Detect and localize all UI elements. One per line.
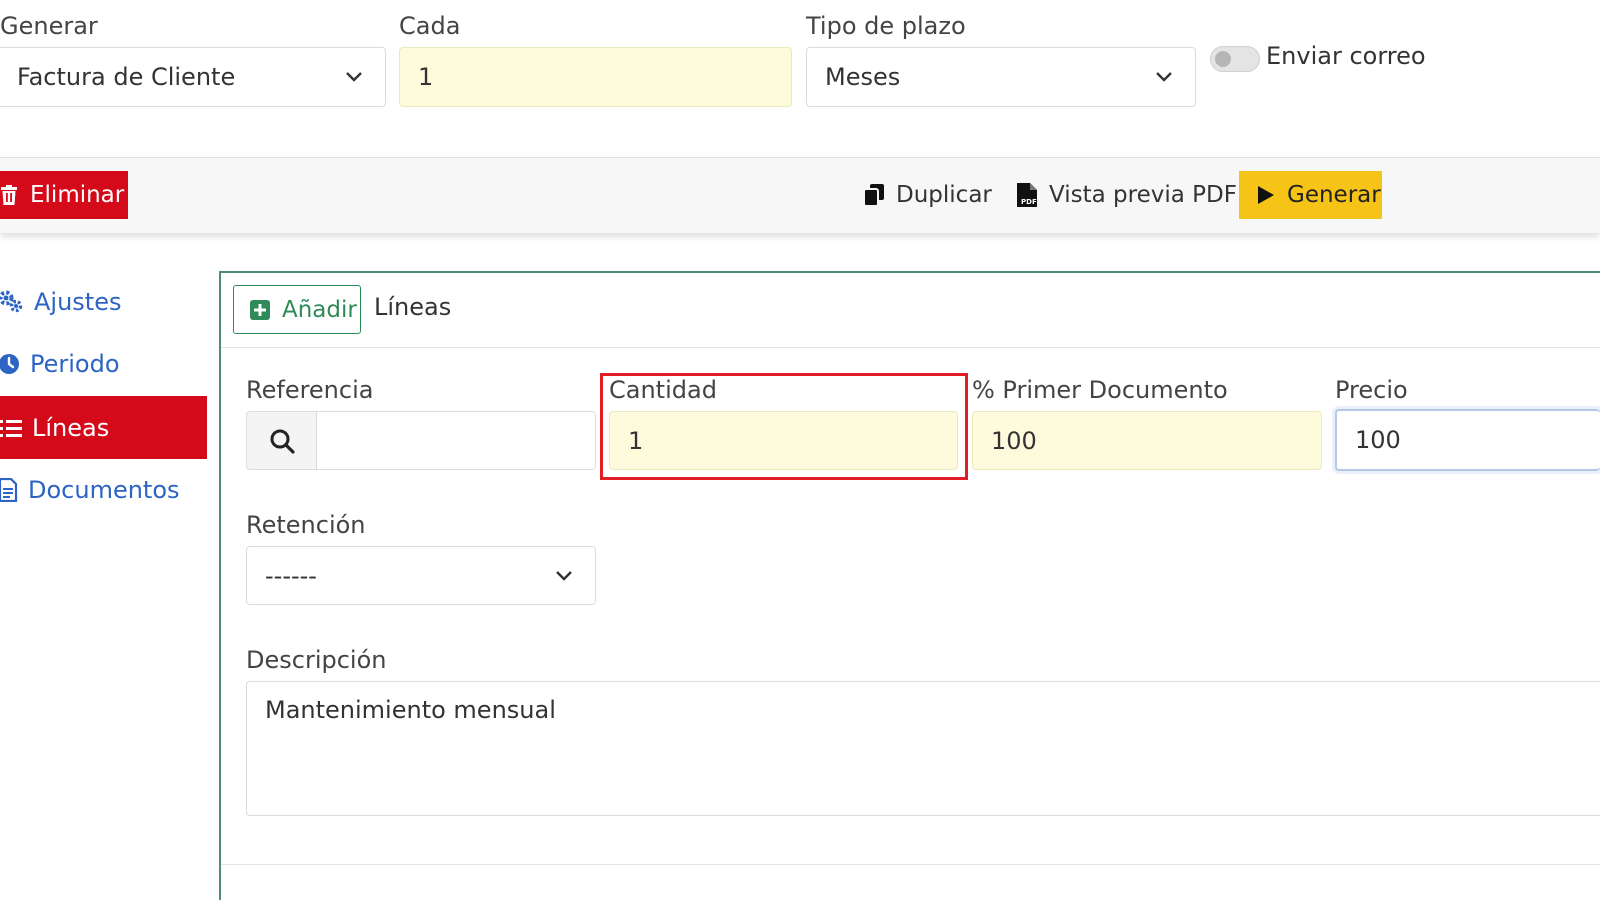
descripcion-label: Descripción xyxy=(246,646,387,674)
play-icon xyxy=(1258,186,1274,204)
retencion-label: Retención xyxy=(246,511,366,539)
gears-icon xyxy=(0,290,23,313)
add-line-button-label: Añadir xyxy=(282,296,357,323)
tipo-plazo-label: Tipo de plazo xyxy=(806,12,966,40)
primer-documento-input[interactable]: 100 xyxy=(972,411,1322,470)
generar-select-value: Factura de Cliente xyxy=(17,63,236,91)
svg-text:PDF: PDF xyxy=(1021,198,1037,206)
sidebar-item-ajustes[interactable]: Ajustes xyxy=(0,282,121,322)
descripcion-textarea[interactable]: Mantenimiento mensual xyxy=(246,681,1600,816)
tipo-plazo-select-value: Meses xyxy=(825,63,901,91)
list-icon xyxy=(0,419,22,437)
cada-label: Cada xyxy=(399,12,461,40)
chevron-down-icon xyxy=(1156,72,1172,82)
plus-square-icon xyxy=(250,299,270,320)
sidebar-item-label: Ajustes xyxy=(34,288,122,316)
sidebar-item-label: Líneas xyxy=(32,413,110,442)
panel-title: Líneas xyxy=(374,293,452,321)
duplicate-button-label: Duplicar xyxy=(896,182,992,208)
tipo-plazo-select[interactable]: Meses xyxy=(806,47,1196,107)
delete-button-label: Eliminar xyxy=(30,182,125,208)
cantidad-input[interactable]: 1 xyxy=(609,411,958,470)
duplicate-button[interactable]: Duplicar xyxy=(864,171,992,219)
cantidad-label: Cantidad xyxy=(609,376,717,404)
primer-documento-label: % Primer Documento xyxy=(972,376,1228,404)
pdf-preview-button[interactable]: PDF Vista previa PDF xyxy=(1017,171,1237,219)
enviar-correo-label: Enviar correo xyxy=(1266,42,1426,70)
toggle-knob xyxy=(1215,51,1231,67)
precio-label: Precio xyxy=(1335,376,1408,404)
generate-button[interactable]: Generar xyxy=(1239,171,1382,219)
retencion-select[interactable]: ------ xyxy=(246,546,596,605)
referencia-search-button[interactable] xyxy=(246,411,317,470)
add-line-button[interactable]: Añadir xyxy=(233,285,361,334)
generar-label: Generar xyxy=(0,12,98,40)
search-icon xyxy=(270,429,295,454)
sidebar-item-periodo[interactable]: Periodo xyxy=(0,344,120,384)
precio-input[interactable]: 100 xyxy=(1335,409,1600,471)
chevron-down-icon xyxy=(346,72,362,82)
panel-footer-divider xyxy=(221,864,1600,865)
sidebar-item-documentos[interactable]: Documentos xyxy=(0,470,180,510)
sidebar-item-label: Documentos xyxy=(28,476,180,504)
pdf-file-icon: PDF xyxy=(1017,183,1037,207)
delete-button[interactable]: Eliminar xyxy=(0,171,128,219)
clock-icon xyxy=(0,354,19,374)
copy-icon xyxy=(864,184,884,206)
trash-icon xyxy=(1,185,17,205)
referencia-input[interactable] xyxy=(316,411,596,470)
sidebar-item-lineas[interactable]: Líneas xyxy=(0,396,207,459)
retencion-select-value: ------ xyxy=(265,561,317,590)
panel-header-divider xyxy=(221,347,1600,348)
enviar-correo-toggle[interactable] xyxy=(1210,46,1260,72)
pdf-preview-button-label: Vista previa PDF xyxy=(1049,182,1237,208)
sidebar-item-label: Periodo xyxy=(30,350,120,378)
generate-button-label: Generar xyxy=(1287,182,1381,208)
chevron-down-icon xyxy=(556,570,572,581)
generar-select[interactable]: Factura de Cliente xyxy=(0,47,386,107)
cada-input[interactable]: 1 xyxy=(399,47,792,107)
referencia-label: Referencia xyxy=(246,376,374,404)
document-icon xyxy=(0,478,18,502)
